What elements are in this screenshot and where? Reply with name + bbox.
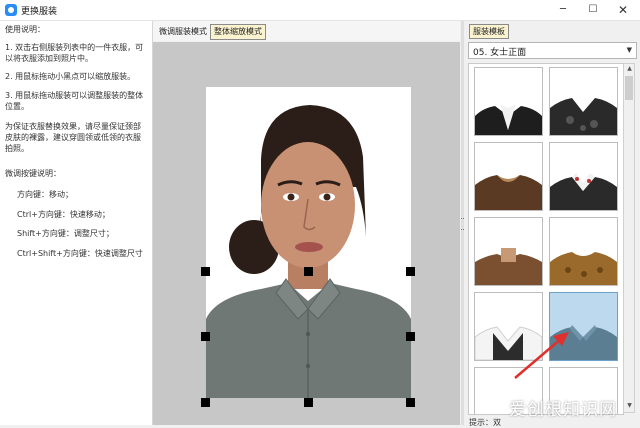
instruction-item: 1. 双击右侧服装列表中的一件衣服，可以将衣服添加到照片中。 bbox=[5, 43, 144, 63]
template-list bbox=[468, 63, 624, 415]
resize-handle[interactable] bbox=[406, 332, 415, 341]
watermark-text: 爱创根知识网 bbox=[509, 400, 617, 420]
maximize-button[interactable]: ☐ bbox=[578, 0, 608, 20]
app-icon bbox=[5, 4, 17, 16]
hint-label: 提示：双 bbox=[469, 418, 501, 427]
scroll-up-icon[interactable]: ▲ bbox=[625, 65, 634, 74]
instructions-heading: 使用说明： bbox=[5, 25, 45, 34]
tab-fine-tune-mode[interactable]: 微调服装模式 bbox=[155, 24, 211, 40]
portrait-illustration bbox=[206, 87, 411, 398]
tab-clothing-templates[interactable]: 服装模板 bbox=[469, 24, 509, 39]
instruction-item: 3. 用鼠标拖动服装可以调整服装的整体位置。 bbox=[5, 91, 144, 111]
instruction-item: 2. 用鼠标拖动小黑点可以缩放服装。 bbox=[5, 72, 136, 81]
tab-overall-scale-mode[interactable]: 整体缩放模式 bbox=[210, 24, 266, 40]
key-item: 方向键：移动； bbox=[17, 190, 73, 199]
category-value: 05. 女士正面 bbox=[473, 48, 527, 58]
scroll-thumb[interactable] bbox=[625, 76, 633, 100]
resize-handle[interactable] bbox=[406, 398, 415, 407]
template-panel: 服装模板 05. 女士正面 ▼ ▲ ▼ 提示：双 bbox=[465, 21, 640, 427]
resize-handle[interactable] bbox=[304, 398, 313, 407]
close-button[interactable]: ✕ bbox=[608, 0, 638, 20]
minimize-button[interactable]: ─ bbox=[548, 0, 578, 20]
splitter-grip-icon bbox=[461, 218, 464, 230]
instruction-item: 为保证衣服替换效果，请尽量保证颈部皮肤的裸露，建议穿圆领或低领的衣服拍照。 bbox=[5, 122, 141, 153]
template-scrollbar[interactable]: ▲ ▼ bbox=[623, 63, 635, 413]
keys-heading: 微调按键说明： bbox=[5, 169, 61, 178]
resize-handle[interactable] bbox=[406, 267, 415, 276]
key-item: Shift+方向键：调整尺寸； bbox=[17, 229, 114, 238]
mode-tabs: 微调服装模式 整体缩放模式 bbox=[153, 21, 460, 41]
instructions-panel: 使用说明： 1. 双击右侧服装列表中的一件衣服，可以将衣服添加到照片中。 2. … bbox=[0, 21, 153, 425]
resize-handle[interactable] bbox=[201, 398, 210, 407]
annotation-arrow-icon bbox=[514, 332, 569, 379]
chevron-down-icon: ▼ bbox=[626, 46, 632, 54]
title-bar: 更换服装 ─ ☐ ✕ bbox=[0, 0, 640, 21]
resize-handle[interactable] bbox=[304, 267, 313, 276]
key-item: Ctrl+Shift+方向键：快速调整尺寸 bbox=[17, 249, 143, 258]
resize-handle[interactable] bbox=[201, 267, 210, 276]
window-title: 更换服装 bbox=[21, 7, 58, 17]
key-item: Ctrl+方向键：快速移动； bbox=[17, 210, 110, 219]
resize-handle[interactable] bbox=[201, 332, 210, 341]
photo-workspace bbox=[153, 42, 460, 425]
category-dropdown[interactable]: 05. 女士正面 ▼ bbox=[468, 42, 637, 59]
scroll-down-icon[interactable]: ▼ bbox=[625, 402, 634, 411]
portrait-photo[interactable] bbox=[206, 87, 411, 398]
